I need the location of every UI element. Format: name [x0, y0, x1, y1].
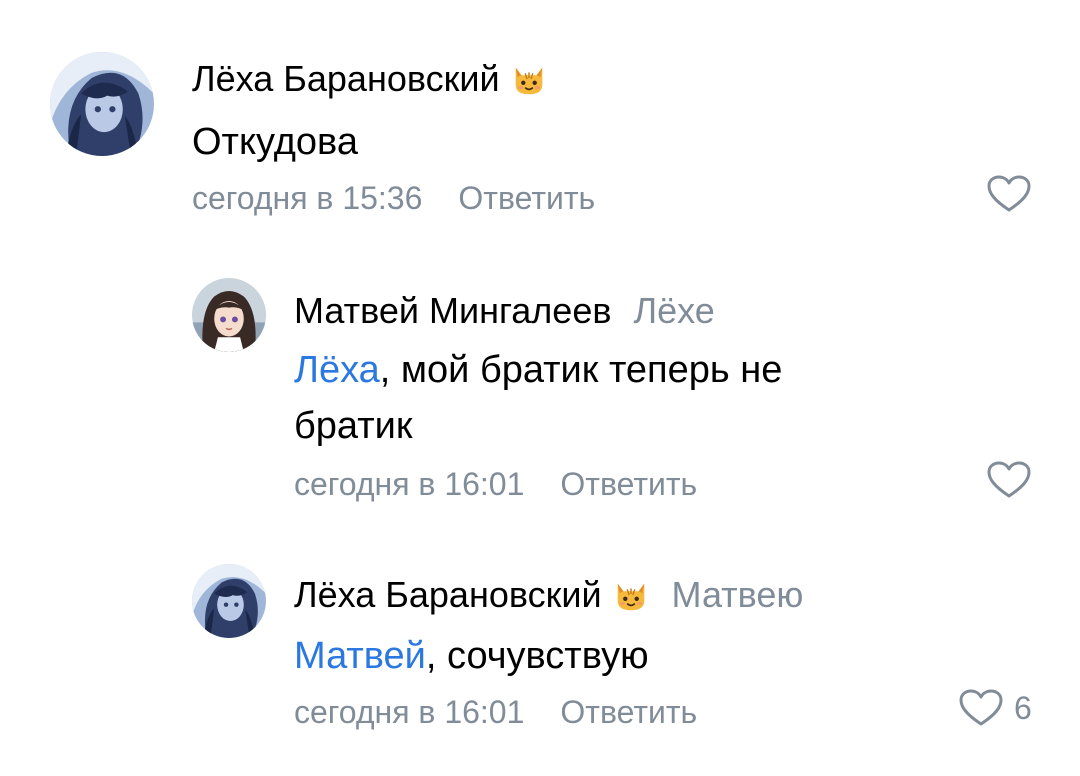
author-name[interactable]: Лёха Барановский [192, 58, 500, 100]
reply-to-label[interactable]: Лёхе [633, 290, 714, 332]
comment-meta: сегодня в 15:36 Ответить [192, 178, 595, 218]
mention-link[interactable]: Матвей [294, 635, 426, 677]
reply-button[interactable]: Ответить [458, 180, 595, 216]
like-button[interactable]: 6 [958, 688, 1032, 728]
comment-body: Откудова [192, 121, 358, 163]
comment-time: сегодня в 15:36 [192, 180, 423, 216]
comment-text: Лёха, мой братик теперь не братик [294, 342, 904, 454]
mention-link[interactable]: Лёха [294, 349, 380, 391]
anime-girl-brown-hair-avatar-icon [192, 278, 266, 352]
like-button[interactable] [986, 460, 1032, 500]
comment-author-line: Лёха Барановский Матвею [294, 574, 803, 616]
reply-button[interactable]: Ответить [560, 694, 697, 730]
anime-girl-dark-blue-avatar-icon [192, 564, 266, 638]
comment-time: сегодня в 16:01 [294, 466, 525, 502]
comment-author-line: Матвей Мингалеев Лёхе [294, 290, 715, 332]
author-name[interactable]: Лёха Барановский [294, 574, 602, 616]
heart-outline-icon [959, 689, 1003, 726]
comment-meta: сегодня в 16:01 Ответить [294, 464, 697, 504]
avatar[interactable] [192, 564, 266, 638]
comment-meta: сегодня в 16:01 Ответить [294, 692, 697, 732]
heart-outline-icon [987, 175, 1031, 212]
avatar[interactable] [192, 278, 266, 352]
comment-time: сегодня в 16:01 [294, 694, 525, 730]
like-count: 6 [1014, 689, 1032, 726]
like-button[interactable] [986, 174, 1032, 214]
cat-face-emoji-icon [612, 576, 650, 614]
comment-body: , сочувствую [425, 635, 649, 677]
comment-author-line: Лёха Барановский [192, 58, 548, 100]
reply-button[interactable]: Ответить [560, 466, 697, 502]
comment-text: Матвей, сочувствую [294, 628, 994, 684]
comment-text: Откудова [192, 114, 952, 170]
author-name[interactable]: Матвей Мингалеев [294, 290, 611, 332]
heart-outline-icon [987, 461, 1031, 498]
cat-face-emoji-icon [510, 60, 548, 98]
reply-to-label[interactable]: Матвею [672, 574, 804, 616]
avatar[interactable] [50, 52, 154, 156]
anime-girl-dark-blue-avatar-icon [50, 52, 154, 156]
